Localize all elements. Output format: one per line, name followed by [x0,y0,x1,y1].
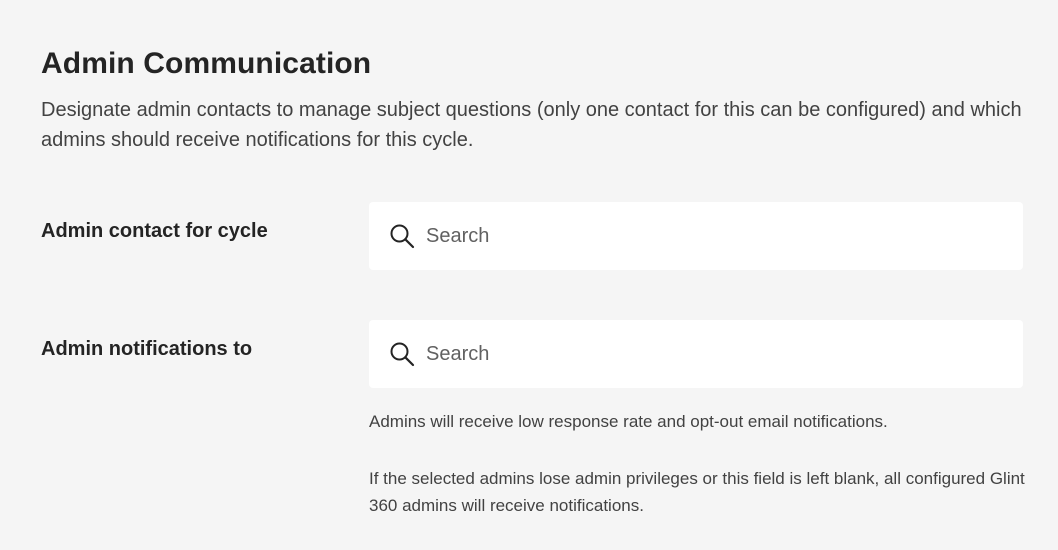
admin-contact-search[interactable] [369,202,1023,270]
notifications-fallback-help-text: If the selected admins lose admin privil… [369,469,1025,515]
search-icon [388,222,416,250]
search-icon [388,340,416,368]
section-description: Designate admin contacts to manage subje… [41,99,1022,151]
section-title: Admin Communication [41,47,372,80]
admin-contact-search-input[interactable] [426,216,1023,256]
admin-contact-label: Admin contact for cycle [41,220,268,242]
admin-notifications-label: Admin notifications to [41,338,253,360]
admin-notifications-search-input[interactable] [426,334,1023,374]
admin-notifications-search[interactable] [369,320,1023,388]
notifications-help-text: Admins will receive low response rate an… [369,412,888,431]
